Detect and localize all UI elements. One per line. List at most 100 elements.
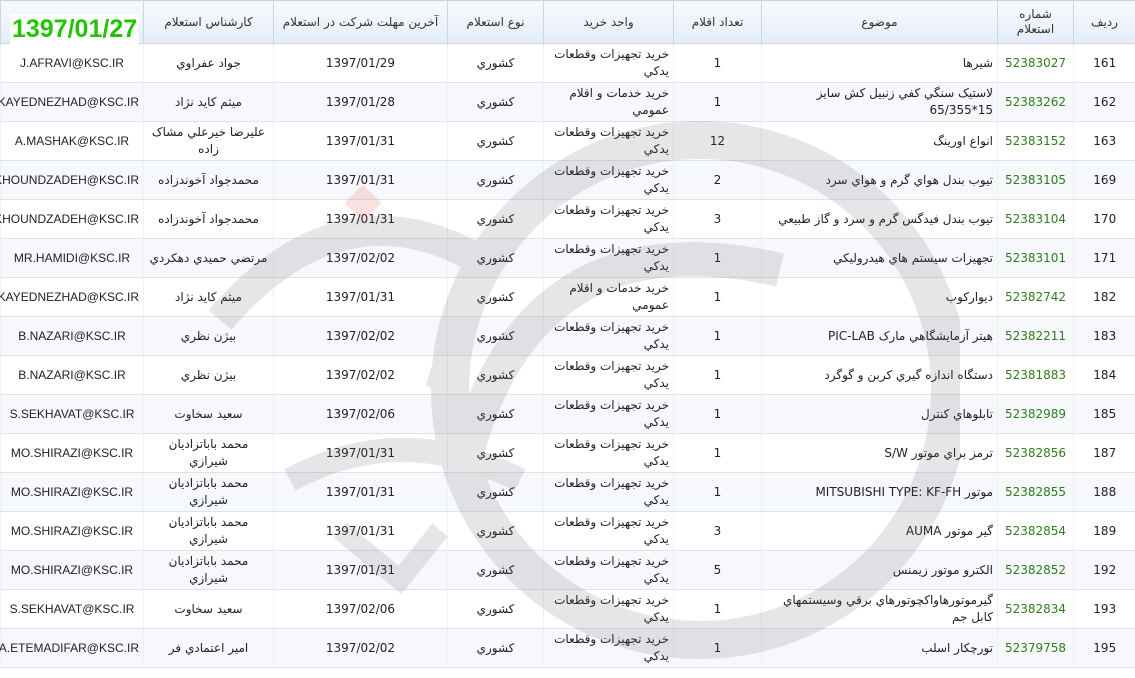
deadline-cell: 1397/01/31 — [273, 199, 448, 239]
row-number-cell: 195 — [1073, 628, 1135, 668]
expert-cell: سعيد سخاوت — [143, 394, 274, 434]
inquiry-number-cell[interactable]: 52382834 — [997, 589, 1074, 629]
deadline-cell: 1397/02/02 — [273, 316, 448, 356]
inquiry-type-cell: کشوري — [447, 355, 544, 395]
quantity-cell: 12 — [673, 121, 762, 161]
email-cell[interactable]: M.AKHOUNDZADEH@KSC.IR — [0, 199, 144, 239]
table-row[interactable]: 170 52383104 تيوب بندل فيدگس گرم و سرد و گ… — [0, 199, 1135, 239]
expert-cell: بيژن نظري — [143, 355, 274, 395]
table-row[interactable]: 195 52379758 تورچکار اسلب 1 خريد تجهيزات وقط… — [0, 628, 1135, 668]
quantity-cell: 5 — [673, 550, 762, 590]
email-cell[interactable]: MO.SHIRAZI@KSC.IR — [0, 550, 144, 590]
email-cell[interactable]: S.SEKHAVAT@KSC.IR — [0, 394, 144, 434]
inquiry-number-cell[interactable]: 52382856 — [997, 433, 1074, 473]
header-deadline[interactable]: آخرين مهلت شرکت در استعلام — [273, 0, 448, 44]
table-row[interactable]: 163 52383152 انواع اورينگ 12 خريد تجهيزات وق… — [0, 121, 1135, 161]
email-cell[interactable]: MO.SHIRAZI@KSC.IR — [0, 472, 144, 512]
email-cell[interactable]: MO.SHIRAZI@KSC.IR — [0, 511, 144, 551]
purchase-unit-cell: خريد تجهيزات وقطعات يدکي — [543, 160, 674, 200]
purchase-unit-cell: خريد تجهيزات وقطعات يدکي — [543, 628, 674, 668]
email-cell[interactable]: B.NAZARI@KSC.IR — [0, 355, 144, 395]
purchase-unit-cell: خريد تجهيزات وقطعات يدکي — [543, 355, 674, 395]
expert-cell: محمدجواد آخوندزاده — [143, 160, 274, 200]
email-cell[interactable]: S.SEKHAVAT@KSC.IR — [0, 589, 144, 629]
inquiry-number-cell[interactable]: 52382742 — [997, 277, 1074, 317]
email-cell[interactable]: A.MASHAK@KSC.IR — [0, 121, 144, 161]
header-inquiry-type[interactable]: نوع استعلام — [447, 0, 544, 44]
email-cell[interactable]: J.AFRAVI@KSC.IR — [0, 43, 144, 83]
quantity-cell: 1 — [673, 355, 762, 395]
deadline-cell: 1397/01/31 — [273, 472, 448, 512]
topic-cell: دستگاه اندازه گيري کربن و گوگرد — [761, 355, 998, 395]
inquiry-number-cell[interactable]: 52383262 — [997, 82, 1074, 122]
table-row[interactable]: 188 52382855 موتور MITSUBISHI TYPE: KF-FH 1… — [0, 472, 1135, 512]
expert-cell: عليرضا خيرعلي مشاک زاده — [143, 121, 274, 161]
purchase-unit-cell: خريد تجهيزات وقطعات يدکي — [543, 589, 674, 629]
table-row[interactable]: 192 52382852 الکترو موتور زيمنس 5 خريد تجهيز… — [0, 550, 1135, 590]
header-topic[interactable]: موضوع — [761, 0, 998, 44]
topic-cell: تابلوهاي کنترل — [761, 394, 998, 434]
inquiry-type-cell: کشوري — [447, 550, 544, 590]
expert-cell: بيژن نظري — [143, 316, 274, 356]
row-number-cell: 169 — [1073, 160, 1135, 200]
expert-cell: امير اعتمادي فر — [143, 628, 274, 668]
email-cell[interactable]: M.KAYEDNEZHAD@KSC.IR — [0, 277, 144, 317]
table-row[interactable]: 183 52382211 هيتر آزمايشگاهي مارک PIC-LAB 1… — [0, 316, 1135, 356]
inquiry-number-cell[interactable]: 52381883 — [997, 355, 1074, 395]
deadline-cell: 1397/01/31 — [273, 160, 448, 200]
expert-cell: محمد باباتزاديان شيرازي — [143, 472, 274, 512]
table-header-row: رديف شماره استعلام موضوع تعداد اقلام واح… — [0, 0, 1135, 44]
header-row-number[interactable]: رديف — [1073, 0, 1135, 44]
topic-cell: شيرها — [761, 43, 998, 83]
table-row[interactable]: 184 52381883 دستگاه اندازه گيري کربن و گوگ… — [0, 355, 1135, 395]
topic-cell: گير موتور AUMA — [761, 511, 998, 551]
purchase-unit-cell: خريد تجهيزات وقطعات يدکي — [543, 121, 674, 161]
inquiry-number-cell[interactable]: 52383027 — [997, 43, 1074, 83]
header-quantity[interactable]: تعداد اقلام — [673, 0, 762, 44]
inquiry-number-cell[interactable]: 52383104 — [997, 199, 1074, 239]
email-cell[interactable]: A.ETEMADIFAR@KSC.IR — [0, 628, 144, 668]
row-number-cell: 170 — [1073, 199, 1135, 239]
inquiry-number-cell[interactable]: 52379758 — [997, 628, 1074, 668]
email-cell[interactable]: M.AKHOUNDZADEH@KSC.IR — [0, 160, 144, 200]
row-number-cell: 162 — [1073, 82, 1135, 122]
deadline-cell: 1397/01/31 — [273, 277, 448, 317]
header-expert[interactable]: کارشناس استعلام — [143, 0, 274, 44]
email-cell[interactable]: MR.HAMIDI@KSC.IR — [0, 238, 144, 278]
topic-cell: تيوب بندل هواي گرم و هواي سرد — [761, 160, 998, 200]
purchase-unit-cell: خريد تجهيزات وقطعات يدکي — [543, 238, 674, 278]
table-row[interactable]: 161 52383027 شيرها 1 خريد تجهيزات وقطعات يدک… — [0, 43, 1135, 83]
header-purchase-unit[interactable]: واحد خريد — [543, 0, 674, 44]
header-inquiry-number[interactable]: شماره استعلام — [997, 0, 1074, 44]
deadline-cell: 1397/01/31 — [273, 511, 448, 551]
inquiry-number-cell[interactable]: 52382852 — [997, 550, 1074, 590]
table-row[interactable]: 187 52382856 ترمز براي موتور S/W 1 خريد تجهي… — [0, 433, 1135, 473]
purchase-unit-cell: خريد خدمات و اقلام عمومي — [543, 277, 674, 317]
purchase-unit-cell: خريد خدمات و اقلام عمومي — [543, 82, 674, 122]
inquiry-number-cell[interactable]: 52382855 — [997, 472, 1074, 512]
table-row[interactable]: 169 52383105 تيوب بندل هواي گرم و هواي سرد… — [0, 160, 1135, 200]
table-row[interactable]: 193 52382834 گيرموتورهاواکچوتورهاي برقي وس… — [0, 589, 1135, 629]
row-number-cell: 193 — [1073, 589, 1135, 629]
inquiry-number-cell[interactable]: 52383105 — [997, 160, 1074, 200]
inquiry-number-cell[interactable]: 52382989 — [997, 394, 1074, 434]
table-row[interactable]: 185 52382989 تابلوهاي کنترل 1 خريد تجهيزات و… — [0, 394, 1135, 434]
inquiry-number-cell[interactable]: 52383152 — [997, 121, 1074, 161]
inquiry-type-cell: کشوري — [447, 43, 544, 83]
row-number-cell: 192 — [1073, 550, 1135, 590]
table-row[interactable]: 189 52382854 گير موتور AUMA 3 خريد تجهيزات و… — [0, 511, 1135, 551]
inquiry-number-cell[interactable]: 52382211 — [997, 316, 1074, 356]
quantity-cell: 1 — [673, 238, 762, 278]
inquiry-number-cell[interactable]: 52383101 — [997, 238, 1074, 278]
table-row[interactable]: 171 52383101 تجهيزات سيستم هاي هيدروليکي 1 خ… — [0, 238, 1135, 278]
inquiry-type-cell: کشوري — [447, 160, 544, 200]
email-cell[interactable]: M.KAYEDNEZHAD@KSC.IR — [0, 82, 144, 122]
purchase-unit-cell: خريد تجهيزات وقطعات يدکي — [543, 43, 674, 83]
purchase-unit-cell: خريد تجهيزات وقطعات يدکي — [543, 550, 674, 590]
email-cell[interactable]: MO.SHIRAZI@KSC.IR — [0, 433, 144, 473]
table-row[interactable]: 182 52382742 ديوارکوب 1 خريد خدمات و اقلام ع… — [0, 277, 1135, 317]
inquiry-type-cell: کشوري — [447, 121, 544, 161]
email-cell[interactable]: B.NAZARI@KSC.IR — [0, 316, 144, 356]
table-row[interactable]: 162 52383262 لاستيک سنگي کفي زنبيل کش سايز… — [0, 82, 1135, 122]
inquiry-number-cell[interactable]: 52382854 — [997, 511, 1074, 551]
